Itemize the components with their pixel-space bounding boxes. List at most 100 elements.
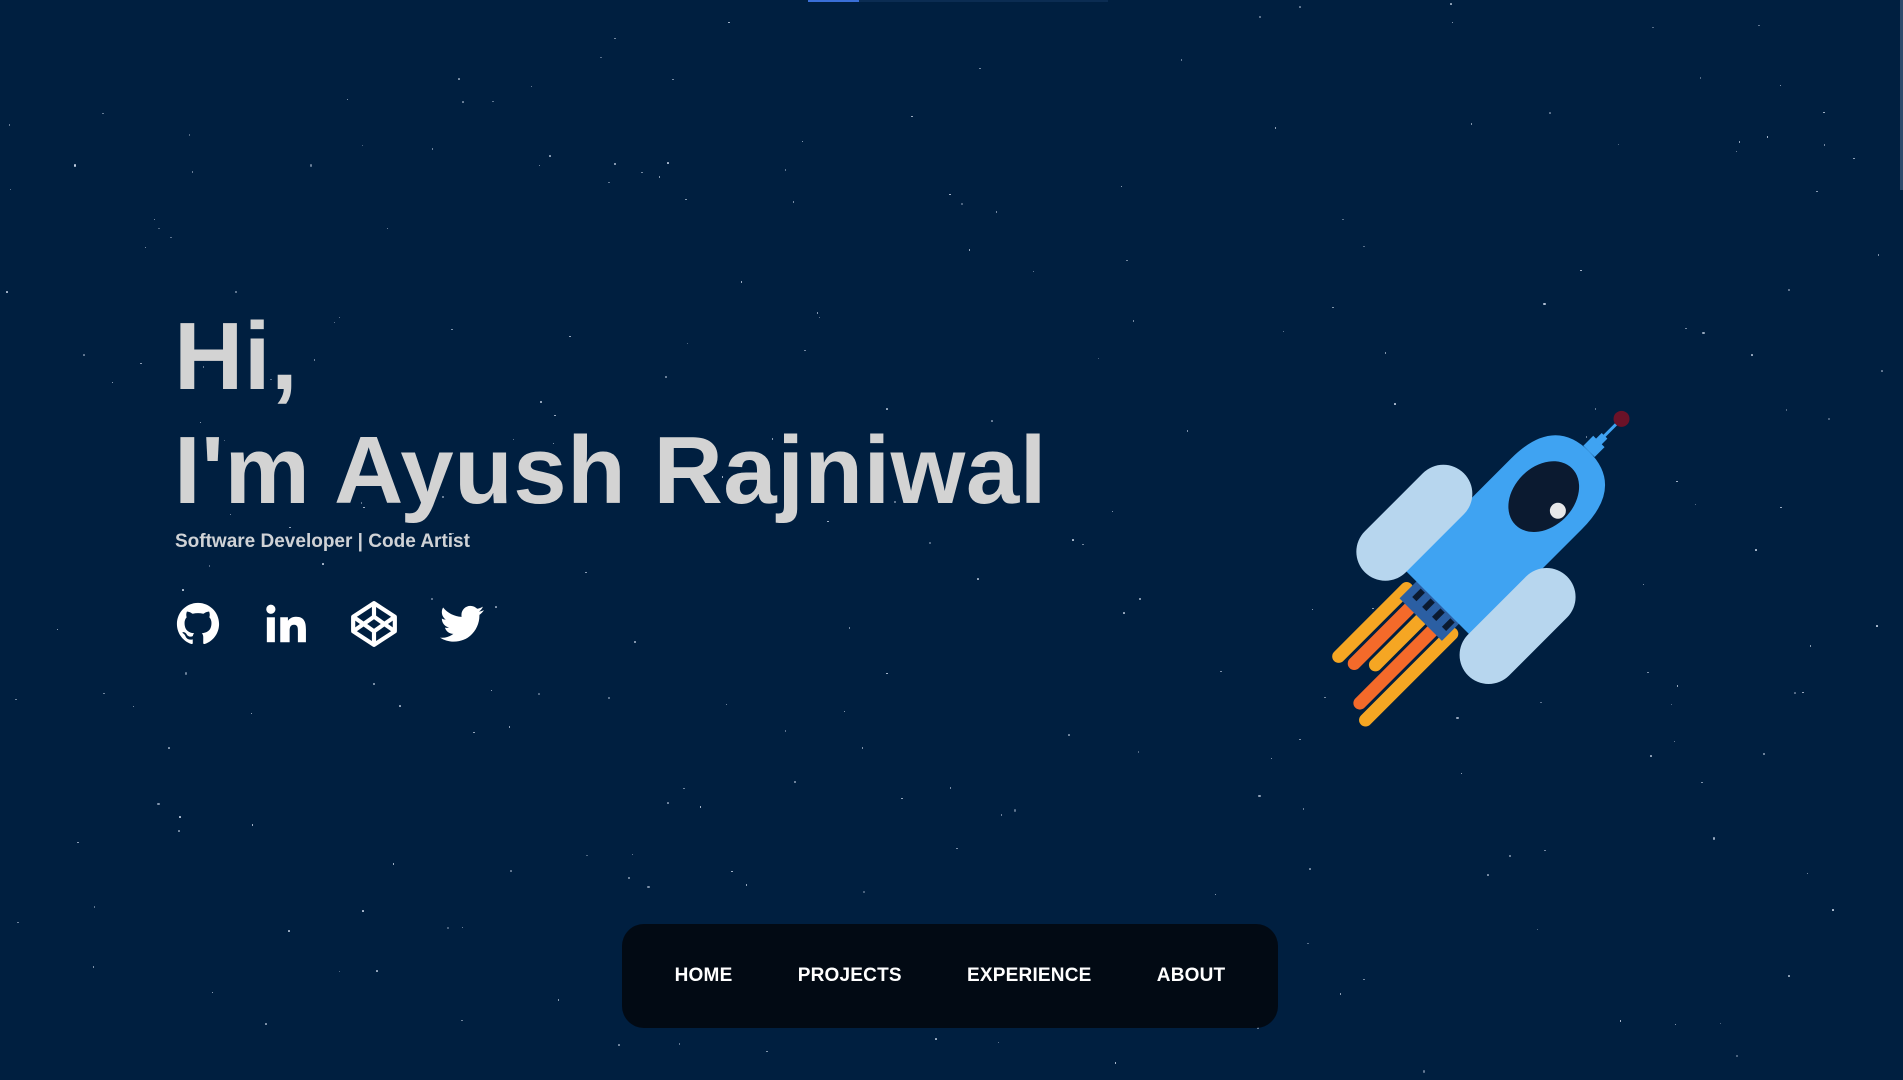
star bbox=[685, 198, 687, 201]
star bbox=[250, 712, 253, 715]
star bbox=[1694, 503, 1697, 506]
nav-about[interactable]: ABOUT bbox=[1145, 957, 1238, 995]
star bbox=[1384, 352, 1387, 354]
star bbox=[1823, 111, 1825, 114]
github-link[interactable] bbox=[174, 600, 222, 648]
star bbox=[1450, 3, 1452, 5]
star bbox=[1114, 1062, 1117, 1064]
star bbox=[766, 1050, 768, 1053]
star bbox=[191, 171, 194, 173]
star bbox=[1302, 808, 1305, 810]
star bbox=[641, 171, 643, 174]
star bbox=[473, 731, 475, 734]
star bbox=[211, 991, 214, 994]
hero-greeting: Hi, I'm Ayush Rajniwal bbox=[174, 300, 1047, 528]
star bbox=[1111, 510, 1114, 513]
star bbox=[462, 101, 464, 103]
star bbox=[234, 291, 238, 294]
star bbox=[627, 877, 631, 880]
star bbox=[1816, 190, 1818, 193]
page-scrollbar[interactable] bbox=[1899, 0, 1903, 1080]
star bbox=[530, 85, 533, 88]
star bbox=[1806, 872, 1809, 875]
star bbox=[1828, 417, 1831, 420]
star bbox=[843, 710, 846, 713]
star bbox=[56, 628, 59, 631]
star bbox=[265, 1023, 267, 1025]
star bbox=[1423, 1070, 1426, 1073]
hero-section: Hi, I'm Ayush Rajniwal Software Develope… bbox=[174, 300, 1047, 648]
star bbox=[1270, 757, 1273, 760]
star bbox=[1881, 370, 1883, 372]
star bbox=[1332, 306, 1334, 309]
nav-projects[interactable]: PROJECTS bbox=[786, 957, 914, 995]
star bbox=[631, 853, 634, 856]
star bbox=[1785, 409, 1788, 411]
star bbox=[83, 354, 85, 356]
star bbox=[458, 78, 460, 80]
star bbox=[1853, 157, 1855, 159]
star bbox=[672, 78, 674, 81]
star bbox=[1543, 302, 1546, 305]
star bbox=[1282, 330, 1285, 333]
star bbox=[614, 37, 616, 40]
star bbox=[399, 705, 401, 707]
star bbox=[1788, 975, 1790, 977]
star bbox=[792, 201, 795, 203]
twitter-link[interactable] bbox=[438, 600, 486, 648]
star bbox=[861, 747, 864, 749]
star bbox=[538, 164, 541, 167]
star bbox=[490, 689, 493, 692]
star bbox=[1699, 77, 1702, 79]
star bbox=[1619, 1020, 1622, 1022]
codepen-icon bbox=[349, 599, 399, 649]
linkedin-link[interactable] bbox=[262, 600, 310, 648]
star bbox=[362, 910, 364, 912]
nav-experience[interactable]: EXPERIENCE bbox=[955, 957, 1103, 995]
social-links bbox=[174, 600, 1047, 648]
star bbox=[1470, 123, 1473, 125]
star bbox=[1738, 141, 1741, 143]
bottom-navbar: HOME PROJECTS EXPERIENCE ABOUT bbox=[622, 924, 1278, 1028]
star bbox=[168, 747, 170, 749]
star bbox=[158, 227, 160, 230]
star bbox=[288, 930, 290, 932]
nav-home[interactable]: HOME bbox=[663, 957, 745, 995]
star bbox=[1713, 837, 1716, 840]
star bbox=[1339, 993, 1342, 995]
star bbox=[1685, 327, 1687, 330]
star bbox=[8, 124, 11, 126]
star bbox=[170, 236, 172, 239]
star bbox=[1137, 751, 1140, 753]
star bbox=[157, 802, 160, 806]
star bbox=[618, 1044, 620, 1046]
star bbox=[1823, 144, 1826, 146]
star bbox=[1097, 357, 1100, 360]
star bbox=[1779, 84, 1782, 87]
star bbox=[1652, 26, 1654, 29]
star bbox=[1032, 270, 1035, 273]
star bbox=[995, 211, 998, 213]
star bbox=[1508, 855, 1511, 858]
star bbox=[1809, 645, 1812, 647]
star bbox=[508, 726, 511, 728]
star bbox=[153, 218, 156, 221]
hero-subtitle: Software Developer | Code Artist bbox=[175, 531, 470, 552]
star bbox=[392, 863, 395, 865]
star bbox=[1214, 893, 1217, 895]
star bbox=[997, 1041, 1000, 1044]
star bbox=[1123, 612, 1125, 614]
codepen-link[interactable] bbox=[350, 600, 398, 648]
star bbox=[140, 362, 142, 365]
star bbox=[461, 1019, 463, 1022]
star bbox=[338, 970, 340, 973]
star bbox=[699, 806, 702, 808]
star bbox=[1701, 781, 1703, 784]
star bbox=[667, 162, 669, 164]
star bbox=[1702, 332, 1705, 335]
star bbox=[1735, 1054, 1738, 1058]
star bbox=[586, 854, 588, 857]
star bbox=[1617, 143, 1620, 146]
rocket-illustration bbox=[1280, 376, 1680, 776]
star bbox=[647, 886, 650, 889]
